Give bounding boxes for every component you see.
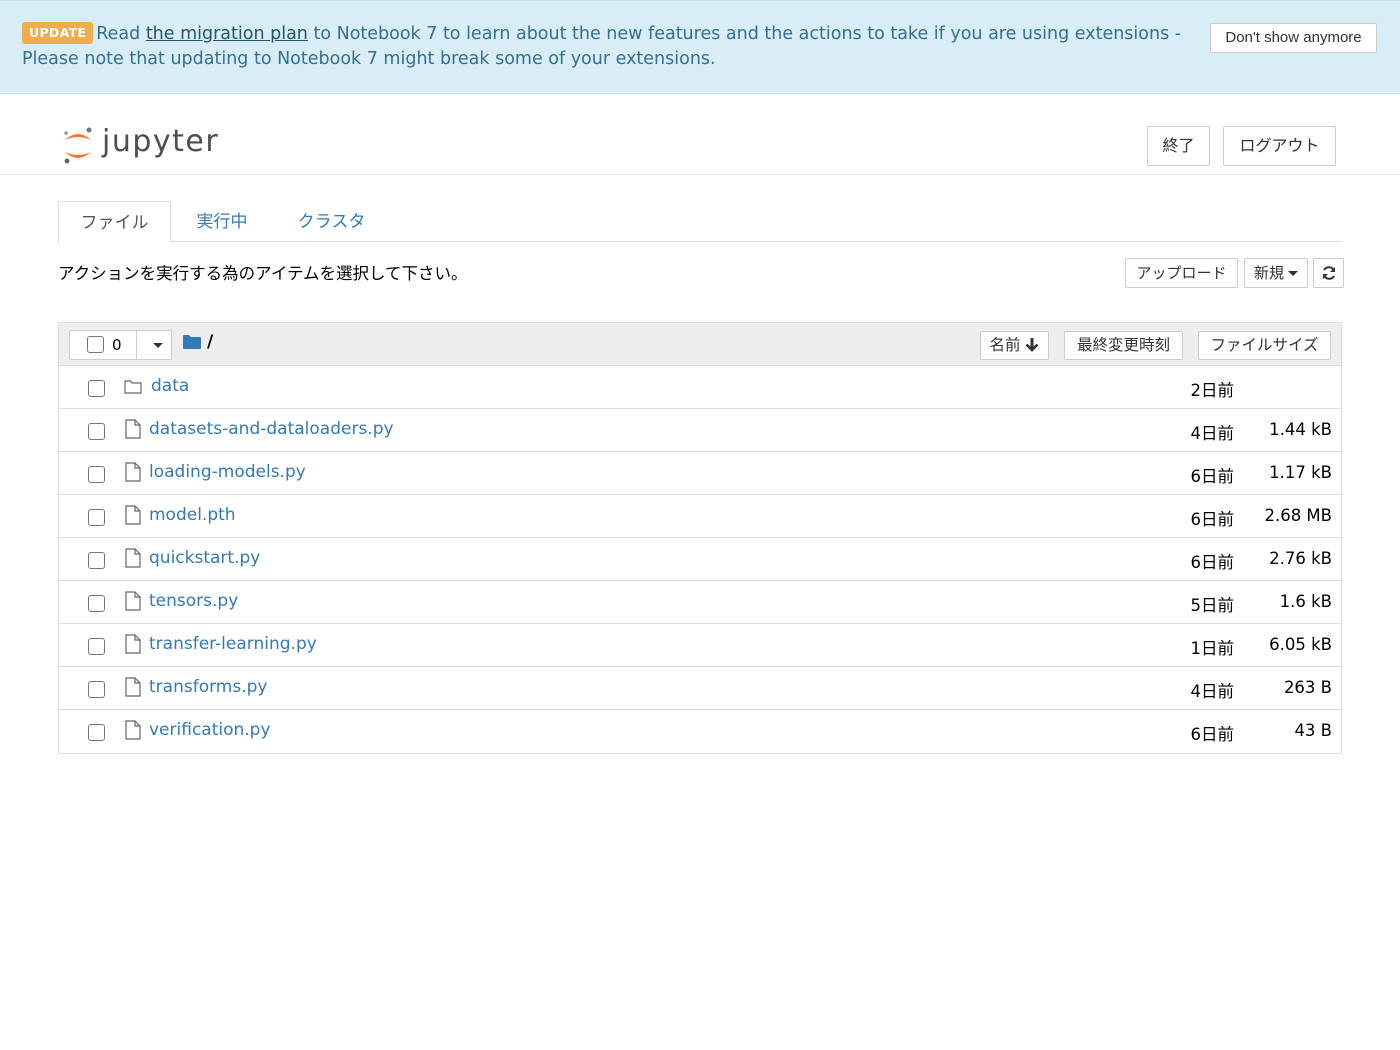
file-name-link[interactable]: transforms.py (149, 677, 267, 697)
file-size: 1.17 kB (1269, 463, 1332, 482)
file-row[interactable]: datasets-and-dataloaders.py 4日前 1.44 kB (59, 409, 1341, 452)
row-checkbox[interactable] (88, 724, 105, 741)
jupyter-logo-icon (64, 127, 92, 164)
upload-button[interactable]: アップロード (1125, 258, 1238, 288)
sort-by-modified-button[interactable]: 最終変更時刻 (1064, 331, 1183, 360)
file-modified: 6日前 (1190, 725, 1235, 744)
file-name-link[interactable]: data (151, 376, 189, 396)
file-name-link[interactable]: tensors.py (149, 591, 238, 611)
row-checkbox[interactable] (88, 552, 105, 569)
new-label: 新規 (1253, 264, 1284, 282)
file-size: 263 B (1283, 678, 1332, 697)
tab-clusters[interactable]: クラスタ (284, 201, 379, 243)
file-list: 0 / 名前 最終変更時刻 ファイルサイズ data 2日前 datasets-an… (58, 322, 1342, 754)
header: jupyter 終了 ログアウト (0, 94, 1400, 175)
migration-plan-link[interactable]: the migration plan (146, 24, 308, 44)
sort-name-label: 名前 (989, 336, 1021, 354)
new-dropdown-button[interactable]: 新規 (1244, 258, 1308, 288)
refresh-icon (1322, 266, 1335, 280)
file-modified: 4日前 (1190, 682, 1235, 701)
sort-by-size-button[interactable]: ファイルサイズ (1198, 331, 1331, 360)
select-all-group: 0 (69, 330, 172, 360)
chevron-down-icon (1288, 271, 1298, 276)
file-name-link[interactable]: transfer-learning.py (149, 634, 317, 654)
row-checkbox[interactable] (88, 638, 105, 655)
file-size: 2.76 kB (1269, 549, 1332, 568)
logo-text: jupyter (102, 124, 220, 159)
file-row[interactable]: tensors.py 5日前 1.6 kB (59, 581, 1341, 624)
refresh-button[interactable] (1313, 258, 1344, 288)
arrow-down-icon (1026, 338, 1039, 352)
file-modified: 4日前 (1190, 424, 1235, 443)
file-name-link[interactable]: loading-models.py (149, 462, 306, 482)
tab-files[interactable]: ファイル (58, 201, 171, 243)
file-modified: 6日前 (1190, 467, 1235, 486)
file-row[interactable]: transforms.py 4日前 263 B (59, 667, 1341, 710)
file-icon (125, 462, 141, 482)
file-row[interactable]: quickstart.py 6日前 2.76 kB (59, 538, 1341, 581)
file-name-link[interactable]: model.pth (149, 505, 236, 525)
row-checkbox[interactable] (88, 466, 105, 483)
file-modified: 6日前 (1190, 510, 1235, 529)
file-icon (125, 548, 141, 568)
folder-outline-icon (124, 380, 142, 394)
divider (136, 331, 137, 359)
file-modified: 5日前 (1190, 596, 1235, 615)
update-banner: UPDATE Read the migration plan to Noteboo… (0, 0, 1400, 94)
banner-message: UPDATE Read the migration plan to Noteboo… (22, 22, 1207, 72)
file-icon (125, 505, 141, 525)
sort-by-name-button[interactable]: 名前 (980, 331, 1049, 360)
file-size: 1.6 kB (1279, 592, 1332, 611)
row-checkbox[interactable] (88, 509, 105, 526)
row-checkbox[interactable] (88, 681, 105, 698)
dont-show-anymore-button[interactable]: Don't show anymore (1210, 23, 1377, 53)
file-modified: 6日前 (1190, 553, 1235, 572)
selected-count: 0 (112, 336, 122, 354)
row-checkbox[interactable] (88, 595, 105, 612)
file-list-header: 0 / 名前 最終変更時刻 ファイルサイズ (59, 323, 1341, 366)
file-row[interactable]: transfer-learning.py 1日前 6.05 kB (59, 624, 1341, 667)
file-name-link[interactable]: quickstart.py (149, 548, 260, 568)
folder-icon[interactable] (183, 335, 201, 349)
file-icon (125, 419, 141, 439)
quit-button[interactable]: 終了 (1147, 126, 1210, 166)
banner-text-before: Read (96, 24, 146, 44)
file-size: 6.05 kB (1269, 635, 1332, 654)
select-all-checkbox[interactable] (87, 336, 104, 353)
main-tabs: ファイル 実行中 クラスタ (58, 201, 1342, 243)
file-row[interactable]: loading-models.py 6日前 1.17 kB (59, 452, 1341, 495)
file-icon (125, 591, 141, 611)
select-menu-chevron-down-icon[interactable] (153, 343, 163, 348)
row-checkbox[interactable] (88, 423, 105, 440)
file-name-link[interactable]: verification.py (149, 720, 271, 740)
file-name-link[interactable]: datasets-and-dataloaders.py (149, 419, 394, 439)
file-icon (125, 677, 141, 697)
file-icon (125, 634, 141, 654)
file-modified: 1日前 (1190, 639, 1235, 658)
logout-button[interactable]: ログアウト (1223, 126, 1336, 166)
file-modified: 2日前 (1190, 381, 1235, 400)
file-row[interactable]: data 2日前 (59, 366, 1341, 409)
breadcrumb-path[interactable]: / (207, 332, 213, 352)
file-row[interactable]: verification.py 6日前 43 B (59, 710, 1341, 753)
row-checkbox[interactable] (88, 380, 105, 397)
file-size: 43 B (1294, 721, 1332, 740)
file-row[interactable]: model.pth 6日前 2.68 MB (59, 495, 1341, 538)
selection-instruction: アクションを実行する為のアイテムを選択して下さい。 (58, 264, 468, 283)
update-badge: UPDATE (22, 22, 94, 44)
file-size: 2.68 MB (1264, 506, 1332, 525)
file-size: 1.44 kB (1269, 420, 1332, 439)
tab-running[interactable]: 実行中 (180, 201, 264, 243)
jupyter-logo[interactable]: jupyter (60, 124, 220, 166)
file-icon (125, 720, 141, 740)
